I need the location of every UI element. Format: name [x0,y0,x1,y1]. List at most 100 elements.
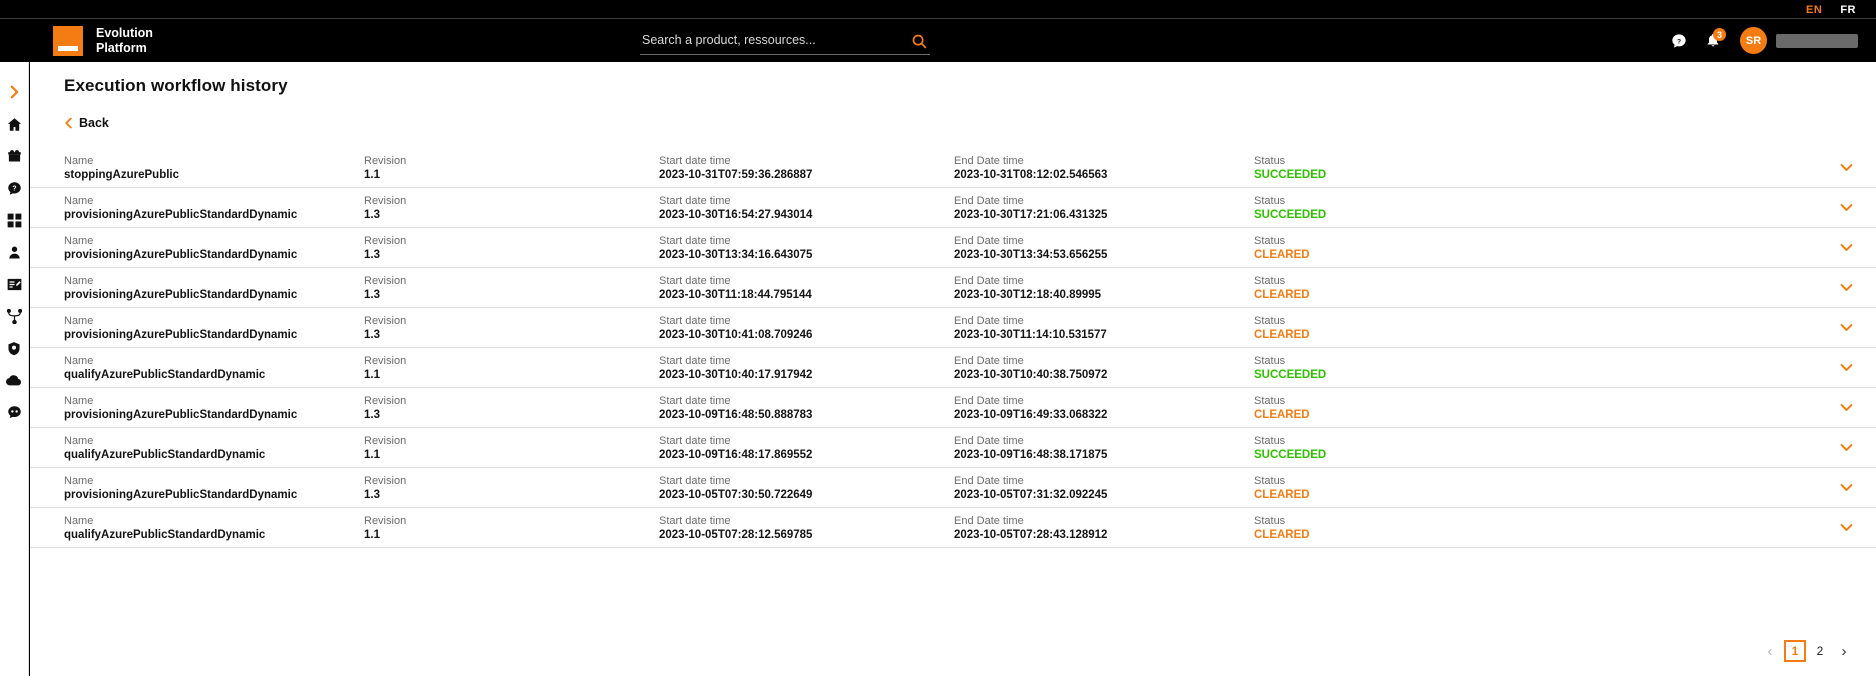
start-date-value: 2023-10-30T10:41:08.709246 [659,329,813,341]
table-row[interactable]: Name qualifyAzurePublicStandardDynamic Rev… [30,508,1876,548]
status-label: Status [1254,275,1286,287]
page-title: Execution workflow history [64,76,288,95]
status-value: SUCCEEDED [1254,169,1327,181]
sidebar-item-dashboard[interactable] [0,205,29,235]
header-actions: ? 3 SR [1662,19,1876,62]
name-cell: Name provisioningAzurePublicStandardDynam… [64,394,364,422]
help-circle-icon[interactable]: ? [1662,19,1696,62]
end-date-label: End Date time [954,195,1024,207]
table-row[interactable]: Name provisioningAzurePublicStandardDynam… [30,188,1876,228]
language-en[interactable]: EN [1806,4,1822,16]
sidebar-item-cloud[interactable] [0,365,29,395]
avatar[interactable]: SR [1740,27,1767,54]
pagination-next[interactable]: › [1834,640,1854,662]
network-icon [6,308,22,324]
status-label: Status [1254,515,1286,527]
sidebar-item-home[interactable] [0,109,29,139]
sidebar-item-chat[interactable] [0,397,29,427]
end-date-cell: End Date time 2023-10-30T11:14:10.531577 [954,314,1254,342]
chevron-down-icon[interactable] [1836,280,1856,294]
chevron-down-icon[interactable] [1836,480,1856,494]
language-fr[interactable]: FR [1840,4,1856,16]
chevron-down-icon[interactable] [1836,160,1856,174]
name-label: Name [64,355,94,367]
name-cell: Name provisioningAzurePublicStandardDynam… [64,474,364,502]
sidebar-item-expand-menu[interactable] [0,77,29,107]
brand-text: Evolution Platform [96,26,153,56]
revision-cell: Revision 1.3 [364,194,659,222]
status-label: Status [1254,315,1286,327]
status-value: SUCCEEDED [1254,449,1327,461]
end-date-cell: End Date time 2023-10-09T16:49:33.068322 [954,394,1254,422]
search-input[interactable] [640,33,908,50]
pagination: ‹ 1 2 › [1760,640,1854,662]
sidebar-item-network[interactable] [0,301,29,331]
chevron-down-icon[interactable] [1836,320,1856,334]
revision-label: Revision [364,235,407,247]
chevron-down-icon[interactable] [1836,400,1856,414]
status-value: CLEARED [1254,289,1310,301]
end-date-cell: End Date time 2023-10-05T07:28:43.128912 [954,514,1254,542]
table-row[interactable]: Name provisioningAzurePublicStandardDynam… [30,388,1876,428]
name-cell: Name provisioningAzurePublicStandardDynam… [64,314,364,342]
chevron-down-icon[interactable] [1836,240,1856,254]
end-date-value: 2023-10-30T12:18:40.89995 [954,289,1102,301]
start-date-value: 2023-10-05T07:28:12.569785 [659,529,813,541]
sidebar-item-products[interactable] [0,141,29,171]
status-label: Status [1254,475,1286,487]
end-date-value: 2023-10-09T16:49:33.068322 [954,409,1108,421]
pagination-page-2[interactable]: 2 [1810,640,1830,662]
search-icon[interactable] [908,31,930,53]
end-date-value: 2023-10-30T17:21:06.431325 [954,209,1108,221]
status-cell: Status CLEARED [1254,394,1494,422]
revision-value: 1.1 [364,449,380,461]
svg-text:?: ? [1677,38,1681,45]
name-label: Name [64,155,94,167]
sidebar-item-orders[interactable] [0,269,29,299]
end-date-cell: End Date time 2023-10-31T08:12:02.546563 [954,154,1254,182]
start-date-value: 2023-10-31T07:59:36.286887 [659,169,813,181]
pagination-prev[interactable]: ‹ [1760,640,1780,662]
sidebar-item-support[interactable]: ? [0,173,29,203]
sidebar-item-security[interactable] [0,333,29,363]
status-label: Status [1254,395,1286,407]
end-date-label: End Date time [954,475,1024,487]
revision-label: Revision [364,275,407,287]
revision-cell: Revision 1.1 [364,434,659,462]
status-value: CLEARED [1254,249,1310,261]
cloud-icon [6,373,22,387]
table-row[interactable]: Name stoppingAzurePublic Revision 1.1 Start … [30,148,1876,188]
chevron-down-icon[interactable] [1836,520,1856,534]
name-value: qualifyAzurePublicStandardDynamic [64,529,266,541]
user-name[interactable] [1776,33,1858,48]
name-value: stoppingAzurePublic [64,169,179,181]
sidebar-item-account[interactable] [0,237,29,267]
revision-cell: Revision 1.3 [364,234,659,262]
bell-icon[interactable]: 3 [1696,19,1730,62]
name-label: Name [64,395,94,407]
brand[interactable]: Evolution Platform [53,25,153,56]
start-date-cell: Start date time 2023-10-05T07:28:12.56978… [659,514,954,542]
back-button[interactable]: Back [64,116,109,130]
pagination-page-1[interactable]: 1 [1784,640,1806,662]
chevron-down-icon[interactable] [1836,440,1856,454]
start-date-value: 2023-10-30T13:34:16.643075 [659,249,813,261]
help-bubble-icon: ? [7,181,22,196]
table-row[interactable]: Name provisioningAzurePublicStandardDynam… [30,268,1876,308]
start-date-value: 2023-10-09T16:48:50.888783 [659,409,813,421]
chevron-down-icon[interactable] [1836,360,1856,374]
table-row[interactable]: Name provisioningAzurePublicStandardDynam… [30,468,1876,508]
table-row[interactable]: Name qualifyAzurePublicStandardDynamic Rev… [30,348,1876,388]
home-icon [7,117,22,132]
status-label: Status [1254,195,1286,207]
name-label: Name [64,195,94,207]
table-row[interactable]: Name provisioningAzurePublicStandardDynam… [30,228,1876,268]
revision-value: 1.3 [364,489,380,501]
revision-label: Revision [364,355,407,367]
status-value: CLEARED [1254,529,1310,541]
app-header: Evolution Platform ? [0,19,1876,62]
table-row[interactable]: Name qualifyAzurePublicStandardDynamic Rev… [30,428,1876,468]
table-row[interactable]: Name provisioningAzurePublicStandardDynam… [30,308,1876,348]
name-value: qualifyAzurePublicStandardDynamic [64,369,266,381]
chevron-down-icon[interactable] [1836,200,1856,214]
